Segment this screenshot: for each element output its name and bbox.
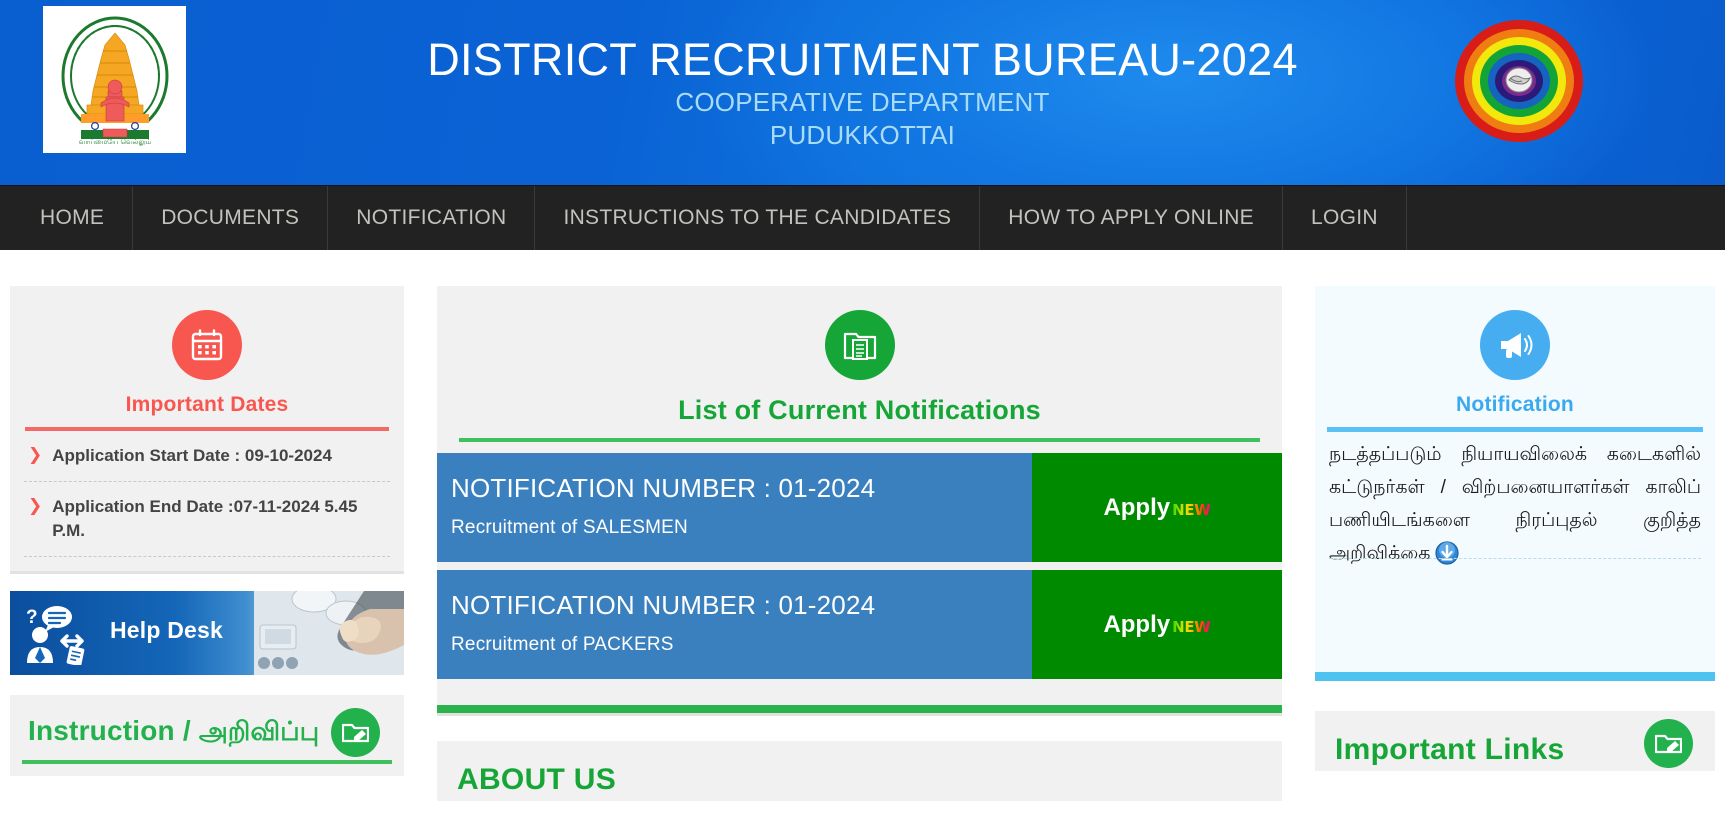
notification-text: நடத்தப்படும் நியாயவிலைக் கடைகளில் கட்டுந… [1329, 444, 1701, 564]
nav-item-home[interactable]: HOME [0, 186, 134, 250]
main-content: Important Dates ❯ Application Start Date… [0, 250, 1725, 801]
chevron-right-icon: ❯ [28, 496, 43, 515]
svg-text:?: ? [26, 607, 38, 628]
nav-item-documents[interactable]: DOCUMENTS [133, 186, 329, 250]
instruction-divider [22, 760, 392, 764]
nav-label: DOCUMENTS [161, 206, 300, 229]
important-links-card[interactable]: Important Links [1315, 711, 1715, 771]
notification-post: Recruitment of PACKERS [451, 634, 674, 655]
apply-label: Apply [1103, 493, 1171, 521]
apply-label: Apply [1103, 610, 1171, 638]
nav-label: INSTRUCTIONS TO THE CANDIDATES [563, 206, 952, 229]
nav-label: NOTIFICATION [356, 206, 507, 229]
notifications-bottom-accent [437, 705, 1282, 713]
svg-text:வாய்மையே வெல்லும்: வாய்மையே வெல்லும் [78, 138, 151, 146]
header-subtitle-district: PUDUKKOTTAI [769, 120, 956, 150]
notifications-title: List of Current Notifications [678, 395, 1041, 425]
new-badge: NEW [1172, 617, 1211, 636]
instruction-title-en: Instruction / [28, 715, 199, 746]
nav-filler [1406, 186, 1725, 250]
apply-button[interactable]: Apply NEW [1032, 453, 1282, 562]
notifications-header: List of Current Notifications [437, 286, 1282, 426]
notifications-list: NOTIFICATION NUMBER : 01-2024 Recruitmen… [437, 442, 1282, 679]
list-item: ❯ Application End Date :07-11-2024 5.45 … [24, 482, 390, 557]
page-title: DISTRICT RECRUITMENT BUREAU-2024 [427, 34, 1298, 85]
important-dates-header: Important Dates [10, 286, 404, 417]
important-dates-list: ❯ Application Start Date : 09-10-2024 ❯ … [10, 431, 404, 557]
notification-panel: Notification நடத்தப்படும் நியாயவிலைக் கட… [1315, 286, 1715, 681]
new-badge: NEW [1172, 500, 1211, 519]
hand-touching-screen-photo [254, 591, 404, 675]
list-item: ❯ Application Start Date : 09-10-2024 [24, 431, 390, 482]
site-header: வாய்மையே வெல்லும் DISTRICT RECRUITMENT B… [0, 0, 1725, 185]
header-subtitle-department: COOPERATIVE DEPARTMENT [675, 87, 1050, 117]
notification-panel-title: Notification [1456, 393, 1574, 416]
table-row[interactable]: NOTIFICATION NUMBER : 01-2024 Recruitmen… [437, 453, 1282, 562]
notification-body-text[interactable]: நடத்தப்படும் நியாயவிலைக் கடைகளில் கட்டுந… [1315, 432, 1715, 576]
page-root: வாய்மையே வெல்லும் DISTRICT RECRUITMENT B… [0, 0, 1725, 817]
application-start-date: Application Start Date : 09-10-2024 [52, 446, 332, 465]
table-row[interactable]: NOTIFICATION NUMBER : 01-2024 Recruitmen… [437, 570, 1282, 679]
instruction-card[interactable]: Instruction / அறிவிப்பு [10, 695, 404, 776]
main-navigation: HOME DOCUMENTS NOTIFICATION INSTRUCTIONS… [0, 185, 1725, 250]
nav-label: LOGIN [1311, 206, 1378, 229]
help-desk-banner[interactable]: ? Help Desk [10, 591, 404, 675]
about-us-title: ABOUT US [457, 763, 617, 796]
notification-body-divider [1329, 558, 1701, 559]
documents-folder-icon [824, 310, 895, 380]
help-desk-support-icon: ? [24, 603, 102, 670]
notification-panel-header: Notification [1315, 286, 1715, 417]
notification-post: Recruitment of SALESMEN [451, 517, 688, 538]
notification-number: NOTIFICATION NUMBER : 01-2024 [451, 590, 876, 620]
folder-edit-icon [1644, 719, 1693, 768]
notification-number: NOTIFICATION NUMBER : 01-2024 [451, 473, 876, 503]
center-column: List of Current Notifications NOTIFICATI… [437, 286, 1282, 801]
nav-label: HOME [40, 206, 105, 229]
important-dates-title: Important Dates [125, 393, 289, 416]
nav-item-how-to-apply-online[interactable]: HOW TO APPLY ONLINE [980, 186, 1283, 250]
apply-button[interactable]: Apply NEW [1032, 570, 1282, 679]
notifications-panel-footer [437, 679, 1282, 705]
calendar-icon [172, 310, 242, 380]
help-desk-label: Help Desk [110, 617, 224, 643]
left-sidebar: Important Dates ❯ Application Start Date… [10, 286, 404, 776]
tamil-nadu-government-emblem: வாய்மையே வெல்லும் [43, 6, 186, 153]
cooperative-movement-rainbow-logo [1453, 18, 1585, 144]
nav-item-instructions-to-the-candidates[interactable]: INSTRUCTIONS TO THE CANDIDATES [535, 186, 981, 250]
important-dates-card: Important Dates ❯ Application Start Date… [10, 286, 404, 571]
nav-item-notification[interactable]: NOTIFICATION [328, 186, 536, 250]
notification-panel-bottom-accent [1315, 672, 1715, 681]
right-sidebar: Notification நடத்தப்படும் நியாயவிலைக் கட… [1315, 286, 1715, 771]
important-links-title: Important Links [1335, 733, 1565, 766]
about-us-card: ABOUT US [437, 741, 1282, 801]
folder-edit-icon [331, 708, 380, 757]
nav-item-login[interactable]: LOGIN [1283, 186, 1407, 250]
nav-label: HOW TO APPLY ONLINE [1008, 206, 1254, 229]
notification-details: NOTIFICATION NUMBER : 01-2024 Recruitmen… [437, 570, 1032, 679]
megaphone-icon [1480, 310, 1550, 380]
current-notifications-panel: List of Current Notifications NOTIFICATI… [437, 286, 1282, 713]
chevron-right-icon: ❯ [28, 445, 43, 464]
instruction-title-ta: அறிவிப்பு [198, 716, 320, 746]
notification-details: NOTIFICATION NUMBER : 01-2024 Recruitmen… [437, 453, 1032, 562]
application-end-date: Application End Date :07-11-2024 5.45 P.… [52, 497, 358, 540]
